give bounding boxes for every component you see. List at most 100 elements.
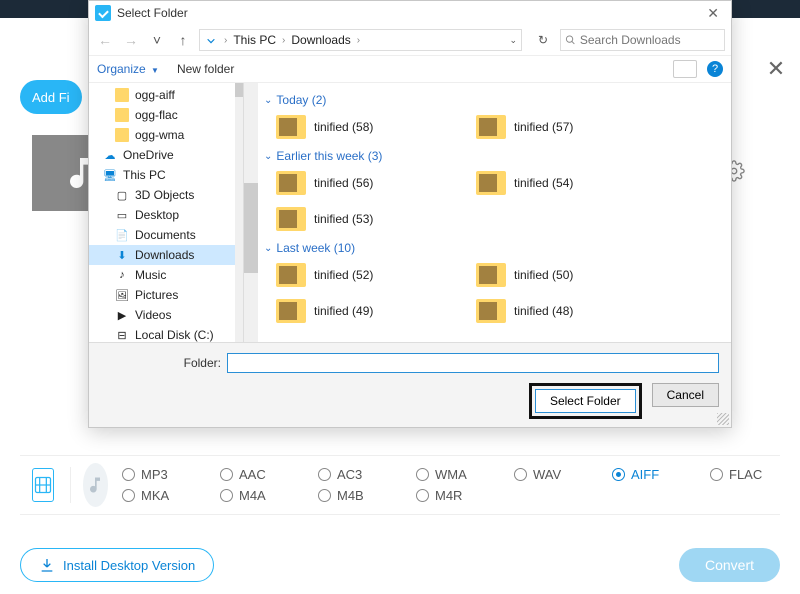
tree-item-label: ogg-flac [135, 108, 178, 122]
format-radio-aac[interactable]: AAC [220, 467, 290, 482]
view-mode-button[interactable] [673, 60, 697, 78]
install-desktop-button[interactable]: Install Desktop Version [20, 548, 214, 582]
chevron-down-icon: ▼ [151, 66, 159, 75]
tree-item-label: Documents [135, 228, 196, 242]
folder-label: tinified (56) [314, 176, 373, 190]
format-radio-mka[interactable]: MKA [122, 488, 192, 503]
nav-recent-button[interactable]: ˅ [147, 32, 167, 48]
tree-item-label: Local Disk (C:) [135, 328, 214, 342]
folder-item[interactable]: tinified (50) [464, 257, 664, 293]
folder-item[interactable]: tinified (58) [264, 109, 464, 145]
folder-item[interactable]: tinified (53) [264, 201, 464, 237]
divider [70, 467, 71, 503]
group-header-label: Today (2) [276, 93, 326, 107]
format-label: WMA [435, 467, 467, 482]
tree-item-music[interactable]: ♪Music [89, 265, 243, 285]
content-scrollbar[interactable] [244, 83, 258, 342]
group-header[interactable]: ⌄Earlier this week (3) [264, 149, 727, 163]
folder-label: tinified (50) [514, 268, 573, 282]
format-radio-mp3[interactable]: MP3 [122, 467, 192, 482]
format-label: M4A [239, 488, 266, 503]
chevron-down-icon: ⌄ [264, 243, 272, 254]
tree-item-label: ogg-wma [135, 128, 184, 142]
refresh-button[interactable]: ↻ [532, 33, 554, 47]
dialog-close-button[interactable]: ✕ [701, 5, 725, 22]
radio-icon [612, 468, 625, 481]
folder-icon [276, 299, 306, 323]
tree-item-label: Videos [135, 308, 171, 322]
convert-button[interactable]: Convert [679, 548, 780, 582]
format-radio-wav[interactable]: WAV [514, 467, 584, 482]
format-label: WAV [533, 467, 561, 482]
breadcrumb-item[interactable]: This PC [233, 33, 276, 47]
tree-scrollbar[interactable] [235, 83, 243, 342]
tree-item-this-pc[interactable]: 🖥This PC [89, 165, 243, 185]
format-radio-aiff[interactable]: AIFF [612, 467, 682, 482]
format-radio-m4b[interactable]: M4B [318, 488, 388, 503]
tree-item-videos[interactable]: ▶Videos [89, 305, 243, 325]
select-folder-highlight: Select Folder [529, 383, 642, 419]
format-label: M4B [337, 488, 364, 503]
nav-up-button[interactable]: ↑ [173, 32, 193, 48]
radio-icon [318, 468, 331, 481]
tree-item-ogg-aiff[interactable]: ogg-aiff [89, 85, 243, 105]
folder-item[interactable]: tinified (54) [464, 165, 664, 201]
select-folder-button[interactable]: Select Folder [535, 389, 636, 413]
format-radio-wma[interactable]: WMA [416, 467, 486, 482]
breadcrumb-item[interactable]: Downloads [291, 33, 350, 47]
format-radio-m4r[interactable]: M4R [416, 488, 486, 503]
dialog-titlebar: Select Folder ✕ [89, 1, 731, 25]
nav-forward-button[interactable]: → [121, 32, 141, 48]
tree-item-documents[interactable]: 📄Documents [89, 225, 243, 245]
organize-menu[interactable]: Organize ▼ [97, 62, 159, 76]
app-icon [95, 5, 111, 21]
folder-item[interactable]: tinified (57) [464, 109, 664, 145]
radio-icon [416, 468, 429, 481]
format-radio-ac3[interactable]: AC3 [318, 467, 388, 482]
tree-item-label: Pictures [135, 288, 178, 302]
folder-item[interactable]: tinified (56) [264, 165, 464, 201]
tree-item-label: 3D Objects [135, 188, 194, 202]
video-format-button[interactable] [32, 468, 54, 502]
tree-item-desktop[interactable]: ▭Desktop [89, 205, 243, 225]
format-radio-m4a[interactable]: M4A [220, 488, 290, 503]
tree-item-local-disk-c-[interactable]: ⊟Local Disk (C:) [89, 325, 243, 342]
format-radio-flac[interactable]: FLAC [710, 467, 780, 482]
dialog-footer: Folder: Select Folder Cancel [89, 342, 731, 427]
folder-icon [276, 207, 306, 231]
tree-item-ogg-flac[interactable]: ogg-flac [89, 105, 243, 125]
folder-item[interactable]: tinified (48) [464, 293, 664, 329]
new-folder-button[interactable]: New folder [177, 62, 234, 76]
breadcrumb[interactable]: › This PC › Downloads › ⌄ [199, 29, 522, 51]
tree-item-downloads[interactable]: ⬇Downloads [89, 245, 243, 265]
chevron-down-icon[interactable]: ⌄ [509, 35, 517, 46]
main-close-button[interactable]: ✕ [762, 55, 790, 83]
folder-item[interactable]: tinified (52) [264, 257, 464, 293]
dialog-toolbar: Organize ▼ New folder ? [89, 55, 731, 83]
folder-label: tinified (53) [314, 212, 373, 226]
tree-item-pictures[interactable]: 🖼Pictures [89, 285, 243, 305]
format-bar: MP3 AAC AC3 WMA WAV AIFF FLAC MKA M4A M4B M4R [20, 455, 780, 515]
cancel-button[interactable]: Cancel [652, 383, 719, 407]
nav-back-button[interactable]: ← [95, 32, 115, 48]
folder-name-input[interactable] [227, 353, 719, 373]
search-box[interactable] [560, 29, 725, 51]
radio-icon [220, 489, 233, 502]
help-button[interactable]: ? [707, 61, 723, 77]
add-file-button[interactable]: Add Fi [20, 80, 82, 114]
resize-grip[interactable] [717, 413, 729, 425]
group-header[interactable]: ⌄Today (2) [264, 93, 727, 107]
format-label: MKA [141, 488, 169, 503]
search-icon [565, 34, 576, 46]
group-header[interactable]: ⌄Last week (10) [264, 241, 727, 255]
dialog-title: Select Folder [117, 6, 188, 20]
tree-item-onedrive[interactable]: ☁OneDrive [89, 145, 243, 165]
tree-item-3d-objects[interactable]: ▢3D Objects [89, 185, 243, 205]
tree-item-ogg-wma[interactable]: ogg-wma [89, 125, 243, 145]
tree-item-label: Music [135, 268, 166, 282]
search-input[interactable] [580, 33, 720, 47]
music-note-icon [85, 475, 105, 495]
audio-format-button[interactable] [83, 463, 108, 507]
folder-icon [476, 263, 506, 287]
folder-item[interactable]: tinified (49) [264, 293, 464, 329]
